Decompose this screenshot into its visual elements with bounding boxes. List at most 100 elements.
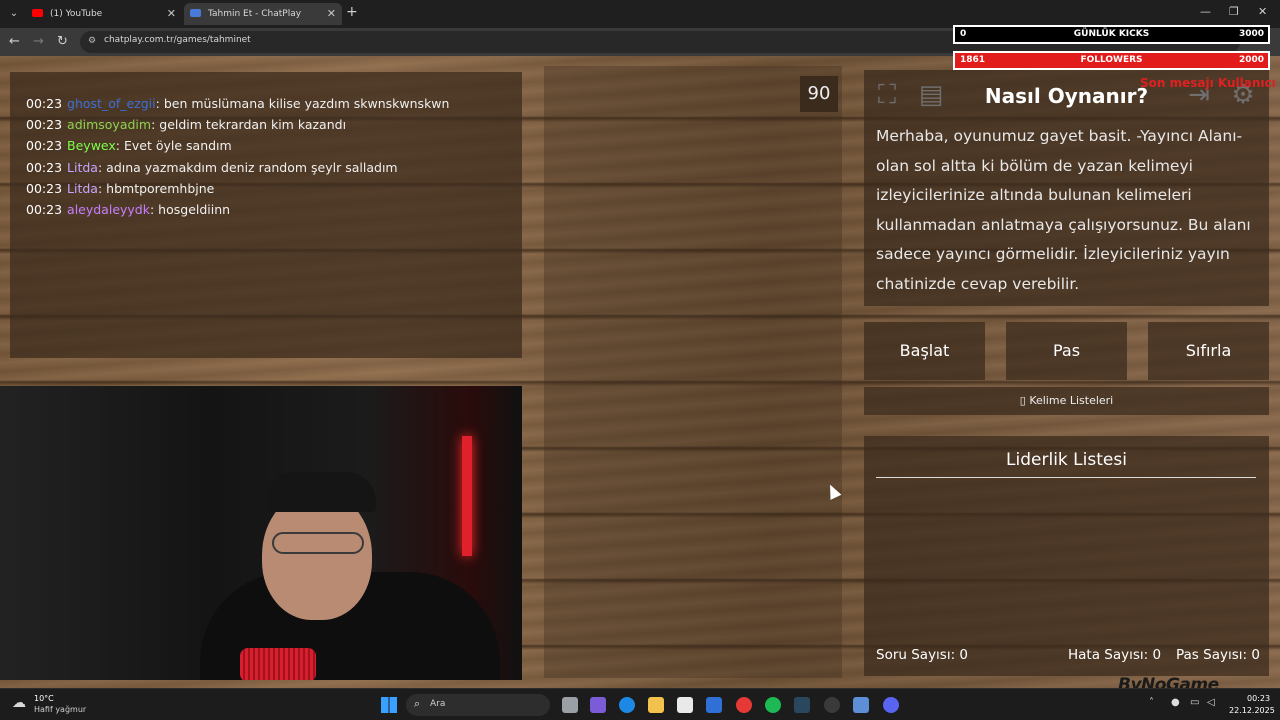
fullscreen-icon[interactable]: ⛶ — [870, 78, 904, 112]
chat-message: 00:23 Litda: hbmtporemhbjne — [26, 181, 214, 196]
streamer-cap — [266, 472, 376, 512]
chat-text: hosgeldiinn — [158, 202, 231, 217]
how-to-play-panel: Nasıl Oynanır? ⛶ ▤ ⇥ ⚙ Merhaba, oyunumuz… — [864, 70, 1269, 306]
leaderboard-panel: Liderlik Listesi Soru Sayısı: 0 Hata Say… — [864, 436, 1269, 676]
chat-time: 00:23 — [26, 138, 63, 154]
tray-chevron-icon[interactable]: ˄ — [1149, 697, 1154, 708]
microphone — [240, 648, 316, 680]
steam-icon[interactable] — [794, 697, 810, 713]
chat-text: geldim tekrardan kim kazandı — [159, 117, 347, 133]
browser-tab-bar: ⌄ (1) YouTube ✕ Tahmin Et - ChatPlay ✕ +… — [0, 0, 1280, 28]
followers-goal: 2000 — [1238, 55, 1264, 65]
mail-icon[interactable] — [706, 697, 722, 713]
chat-separator: : — [149, 202, 159, 217]
chat-time: 00:23 — [26, 159, 63, 175]
windows-icon[interactable] — [381, 697, 397, 713]
chat-username[interactable]: adimsoyadim — [67, 117, 151, 132]
forward-icon[interactable]: → — [33, 34, 44, 49]
chat-username[interactable]: Litda — [67, 181, 98, 196]
kicks-label: GÜNLÜK KICKS — [1073, 29, 1150, 39]
network-icon[interactable]: ▭ — [1190, 697, 1199, 708]
document-icon: ▯ — [1019, 394, 1030, 407]
app-icon[interactable] — [853, 697, 869, 713]
reset-button[interactable]: Sıfırla — [1148, 322, 1269, 380]
task-view-icon[interactable] — [562, 697, 578, 713]
chat-text: Evet öyle sandım — [123, 138, 232, 154]
copilot-icon[interactable] — [590, 697, 606, 713]
site-info-icon[interactable]: ⚙ — [88, 36, 96, 46]
close-window-icon[interactable]: ✕ — [1258, 5, 1267, 18]
chat-separator: : — [97, 159, 107, 175]
word-lists-button[interactable]: ▯ Kelime Listeleri — [864, 387, 1269, 415]
tab-label: Tahmin Et - ChatPlay — [208, 9, 302, 19]
obs-icon[interactable] — [824, 697, 840, 713]
chat-panel: 00:23 ghost_of_ezgii: ben müslümana kilis… — [10, 72, 522, 358]
clock-time[interactable]: 00:23 — [1247, 694, 1270, 703]
edge-icon[interactable] — [619, 697, 635, 713]
followers-label: FOLLOWERS — [1080, 55, 1143, 65]
start-button[interactable]: Başlat — [864, 322, 985, 380]
chat-text: ben müslümana kilise yazdım skwnskwnskwn — [163, 96, 450, 111]
how-to-play-text: Merhaba, oyunumuz gayet basit. -Yayıncı … — [876, 127, 1251, 293]
chat-separator: : — [115, 138, 124, 154]
taskbar-search[interactable]: ⌕ Ara — [406, 694, 550, 716]
spotify-icon[interactable] — [765, 697, 781, 713]
notebook-icon[interactable]: ▤ — [914, 78, 948, 112]
chat-separator: : — [155, 96, 164, 111]
tab-youtube[interactable]: (1) YouTube ✕ — [26, 3, 182, 25]
youtube-icon — [32, 9, 43, 17]
kicks-goal: 3000 — [1238, 29, 1264, 39]
pass-count: Pas Sayısı: 0 — [1176, 647, 1260, 663]
divider — [876, 477, 1256, 478]
taskbar: ☁ 10°C Hafif yağmur ⌕ Ara ˄ ● ▭ ◁ 00:23 … — [0, 688, 1280, 720]
neon-light — [462, 436, 472, 556]
kicks-goal-bar: 0 GÜNLÜK KICKS 3000 — [953, 25, 1270, 44]
chat-message: 00:23 Beywex: Evet öyle sandım — [26, 138, 232, 153]
chat-username[interactable]: ghost_of_ezgii — [67, 96, 156, 111]
chat-username[interactable]: Litda — [67, 160, 98, 175]
clock-date[interactable]: 22.12.2025 — [1229, 706, 1275, 715]
minimize-icon[interactable]: — — [1200, 5, 1211, 18]
chat-text: hbmtporemhbjne — [106, 180, 215, 196]
microphone-icon[interactable]: ● — [1171, 697, 1180, 708]
chrome-icon[interactable] — [736, 697, 752, 713]
discord-icon[interactable] — [883, 697, 899, 713]
chat-username[interactable]: aleydaleyydk — [67, 202, 150, 217]
chat-username[interactable]: Beywex — [67, 138, 116, 153]
word-lists-label: Kelime Listeleri — [1029, 394, 1114, 407]
close-icon[interactable]: ✕ — [327, 3, 336, 25]
tab-search-icon[interactable]: ⌄ — [6, 6, 22, 22]
file-explorer-icon[interactable] — [648, 697, 664, 713]
restore-icon[interactable]: ❐ — [1229, 5, 1239, 18]
chat-message: 00:23 aleydaleyydk: hosgeldiinn — [26, 202, 230, 217]
leaderboard-title: Liderlik Listesi — [1006, 450, 1127, 470]
weather-icon[interactable]: ☁ — [12, 695, 30, 713]
game-stage: 00:23 ghost_of_ezgii: ben müslümana kilis… — [0, 56, 1280, 688]
search-placeholder: Ara — [430, 699, 446, 709]
tab-chatplay[interactable]: Tahmin Et - ChatPlay ✕ — [184, 3, 342, 25]
chat-time: 00:23 — [26, 202, 63, 217]
chatplay-icon — [190, 9, 201, 17]
chat-time: 00:23 — [26, 96, 63, 111]
tab-label: (1) YouTube — [50, 9, 103, 19]
chat-message: 00:23 ghost_of_ezgii: ben müslümana kilis… — [26, 96, 449, 111]
followers-goal-bar: 1861 FOLLOWERS 2000 — [953, 51, 1270, 70]
close-icon[interactable]: ✕ — [167, 3, 176, 25]
reload-icon[interactable]: ↻ — [57, 34, 68, 49]
streamer-word-area — [544, 66, 842, 678]
store-icon[interactable] — [677, 697, 693, 713]
weather-temp[interactable]: 10°C — [34, 694, 54, 703]
volume-icon[interactable]: ◁ — [1207, 697, 1215, 708]
new-tab-icon[interactable]: + — [346, 4, 358, 20]
error-count: Hata Sayısı: 0 — [1068, 647, 1162, 663]
chat-text: adına yazmakdım deniz random şeylr salla… — [106, 159, 398, 175]
back-icon[interactable]: ← — [9, 34, 20, 49]
chat-separator: : — [97, 180, 107, 196]
url-text[interactable]: chatplay.com.tr/games/tahminet — [104, 35, 251, 45]
overlay-alert: Son mesajı Kullanıcı — [1140, 76, 1276, 90]
chat-message: 00:23 adimsoyadim: geldim tekrardan kim k… — [26, 117, 346, 132]
question-count: Soru Sayısı: 0 — [876, 647, 969, 663]
weather-desc[interactable]: Hafif yağmur — [34, 705, 86, 714]
chat-message: 00:23 Litda: adına yazmakdım deniz random… — [26, 160, 398, 175]
pass-button[interactable]: Pas — [1006, 322, 1127, 380]
